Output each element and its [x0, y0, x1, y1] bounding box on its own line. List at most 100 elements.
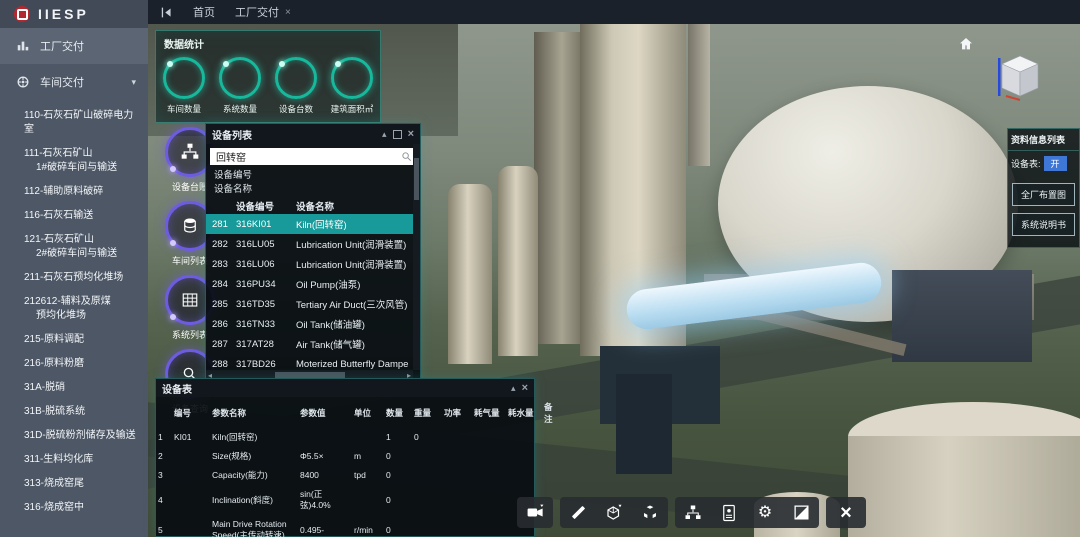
app-logo-text: IIESP — [38, 6, 89, 22]
database-icon — [181, 217, 199, 235]
structure-tree-button[interactable] — [675, 497, 711, 528]
tab-factory-delivery[interactable]: 工厂交付 × — [235, 4, 291, 20]
cube-arrow-icon — [605, 504, 623, 522]
gauge-building-area: 建筑面积㎡ — [325, 57, 379, 115]
filter-equipment-name[interactable]: 设备名称 — [214, 183, 412, 197]
scene-stack — [688, 24, 710, 166]
sidebar-item-121[interactable]: 121-石灰石矿山2#破碎车间与输送 — [0, 228, 148, 266]
id-card-icon — [720, 504, 738, 522]
minimize-icon[interactable]: ▴ — [511, 383, 516, 394]
info-list-panel: 资料信息列表 设备表: 开 全厂布置图 系统说明书 — [1007, 128, 1080, 248]
sidebar-item-216[interactable]: 216-原料粉磨 — [0, 352, 148, 376]
equipment-search-input[interactable] — [214, 150, 401, 163]
close-toolbar-button[interactable]: × — [826, 497, 866, 528]
sidebar-item-313[interactable]: 313-烧成窑尾 — [0, 472, 148, 496]
app-window: IIESP 工厂交付 车间交付 ▾ 110-石灰石矿山破碎电力室 111-石灰石… — [0, 0, 1080, 537]
sidebar-item-112[interactable]: 112-辅助原料破碎 — [0, 180, 148, 204]
equipment-row[interactable]: 287317AT28Air Tank(储气罐) — [206, 334, 420, 354]
home-icon[interactable] — [958, 36, 974, 57]
sidebar-section-label: 工厂交付 — [40, 38, 84, 54]
scene-silo — [498, 166, 538, 356]
view-cube[interactable] — [996, 52, 1040, 107]
info-panel-title: 资料信息列表 — [1008, 129, 1079, 151]
screenshot-button[interactable] — [783, 497, 819, 528]
sidebar-section-label: 车间交付 — [40, 74, 84, 90]
gauge-ring — [163, 57, 205, 99]
record-video-button[interactable] — [517, 497, 553, 528]
scene-tower-secondary — [534, 32, 580, 344]
equipment-list-titlebar[interactable]: 设备列表 ▴ × — [206, 124, 420, 144]
gauge-workshop-count: 车间数量 — [157, 57, 211, 115]
gauge-equipment-count: 设备台数 — [269, 57, 323, 115]
pencil-icon — [569, 504, 587, 522]
filter-equipment-code[interactable]: 设备编号 — [214, 169, 412, 183]
equipment-row[interactable]: 286316TN33Oil Tank(储油罐) — [206, 314, 420, 334]
sidebar-item-116[interactable]: 116-石灰石输送 — [0, 204, 148, 228]
nav-home[interactable]: 首页 — [193, 4, 215, 20]
sidebar-item-111[interactable]: 111-石灰石矿山1#破碎车间与输送 — [0, 142, 148, 180]
topbar: 首页 工厂交付 × — [148, 0, 1080, 24]
sidebar-item-316[interactable]: 316-烧成窑中 — [0, 496, 148, 520]
sidebar-item-211[interactable]: 211-石灰石预均化堆场 — [0, 266, 148, 290]
device-table-row[interactable]: 4Inclination(斜度)sin(正弦)4.0%0 — [156, 485, 534, 515]
search-icon[interactable] — [401, 151, 412, 162]
sidebar-item-212612[interactable]: 212612-辅料及原煤预均化堆场 — [0, 290, 148, 328]
close-icon[interactable]: × — [408, 128, 414, 140]
sidebar-item-workshop-delivery[interactable]: 车间交付 ▾ — [0, 64, 148, 100]
stats-panel: 数据统计 车间数量 系统数量 设备台数 建筑面积㎡ — [155, 30, 381, 123]
sidebar-item-110[interactable]: 110-石灰石矿山破碎电力室 — [0, 104, 148, 142]
bottom-toolbar: ⚙ × — [517, 497, 866, 528]
hierarchy-icon — [684, 504, 702, 522]
collapse-sidebar-icon[interactable] — [160, 6, 173, 19]
sidebar-item-31A[interactable]: 31A-脱硝 — [0, 376, 148, 400]
app-logo: IIESP — [0, 0, 148, 28]
cube-explode-icon — [641, 504, 659, 522]
equipment-row[interactable]: 283316LU06Lubrication Unit(润滑装置) — [206, 254, 420, 274]
equipment-list-panel: 设备列表 ▴ × 设备编号 设备名称 设备编号 设备名称 281316KI01K… — [205, 123, 421, 381]
measure-button[interactable] — [560, 497, 596, 528]
sidebar-item-31D[interactable]: 31D-脱硫粉剂储存及输送 — [0, 424, 148, 448]
vertical-scrollbar[interactable] — [413, 144, 420, 370]
grid-icon — [181, 291, 199, 309]
model-move-button[interactable] — [596, 497, 632, 528]
equipment-row[interactable]: 282316LU05Lubrication Unit(润滑装置) — [206, 234, 420, 254]
explode-view-button[interactable] — [632, 497, 668, 528]
system-manual-button[interactable]: 系统说明书 — [1012, 213, 1075, 236]
device-table-row[interactable]: 1KI01Kiln(回转窑)10 — [156, 428, 534, 447]
sidebar-item-31B[interactable]: 31B-脱硫系统 — [0, 400, 148, 424]
app-logo-icon — [14, 6, 30, 22]
plant-layout-button[interactable]: 全厂布置图 — [1012, 183, 1075, 206]
column-name: 设备名称 — [296, 199, 420, 213]
device-table-titlebar[interactable]: 设备表 ▴ × — [156, 379, 534, 397]
device-table-row[interactable]: 2Size(规格)Φ5.5×m0 — [156, 447, 534, 466]
minimize-icon[interactable]: ▴ — [382, 129, 387, 140]
scene-silo — [448, 184, 492, 364]
scene-silo-body — [848, 436, 1080, 537]
equipment-row[interactable]: 281316KI01Kiln(回转窑) — [206, 214, 420, 234]
scene-dark-structure — [616, 374, 672, 474]
device-table-row[interactable]: 5Main Drive Rotation Speed(主传动转速)0.495-r… — [156, 515, 534, 537]
maximize-icon[interactable] — [393, 130, 402, 139]
tab-close-icon[interactable]: × — [285, 7, 291, 18]
device-table-header: 编号 参数名称 参数值 单位 数量 重量 功率 耗气量 耗水量 备注 — [156, 397, 534, 428]
sidebar-workshop-list: 110-石灰石矿山破碎电力室 111-石灰石矿山1#破碎车间与输送 112-辅助… — [0, 100, 148, 520]
sidebar-item-215[interactable]: 215-原料调配 — [0, 328, 148, 352]
device-table-toggle[interactable]: 开 — [1044, 156, 1067, 171]
settings-button[interactable]: ⚙ — [747, 497, 783, 528]
image-contrast-icon — [793, 504, 810, 521]
bar-chart-icon — [16, 39, 30, 53]
device-table-row[interactable]: 3Capacity(能力)8400tpd0 — [156, 466, 534, 485]
device-table-panel: 设备表 ▴ × 编号 参数名称 参数值 单位 数量 重量 功率 耗气量 耗水量 … — [155, 378, 535, 537]
equipment-search-box — [210, 148, 416, 165]
gauge-ring — [219, 57, 261, 99]
scene-building — [892, 270, 1032, 362]
sidebar-item-311[interactable]: 311-生料均化库 — [0, 448, 148, 472]
equipment-row[interactable]: 284316PU34Oil Pump(油泵) — [206, 274, 420, 294]
chevron-down-icon[interactable]: ▾ — [131, 77, 136, 88]
wheel-icon — [16, 75, 30, 89]
close-icon[interactable]: × — [522, 382, 528, 394]
equipment-row[interactable]: 285316TD35Tertiary Air Duct(三次风管) — [206, 294, 420, 314]
sidebar-item-factory-delivery[interactable]: 工厂交付 — [0, 28, 148, 64]
property-card-button[interactable] — [711, 497, 747, 528]
gear-icon: ⚙ — [758, 505, 772, 521]
